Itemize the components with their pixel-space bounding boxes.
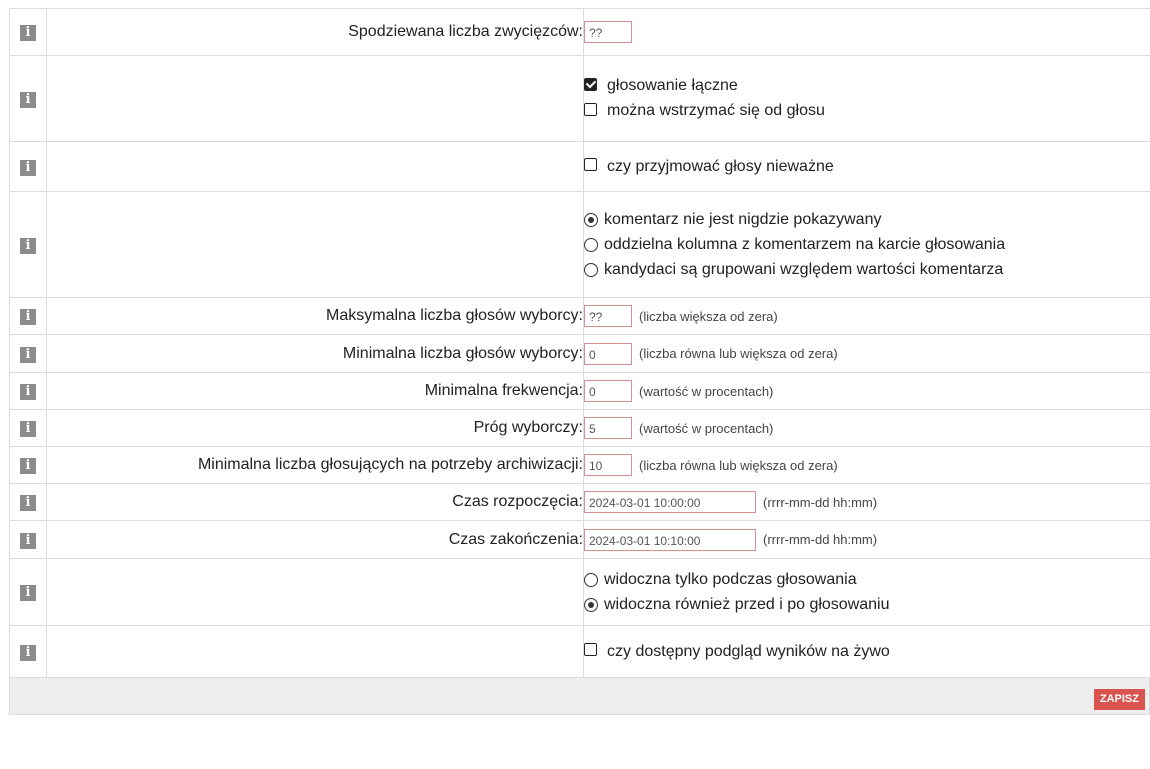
row-max-votes: i Maksymalna liczba głosów wyborcy: ?? (l… <box>9 297 1150 335</box>
threshold-input[interactable]: 5 <box>584 417 632 439</box>
row-invalid-votes: i czy przyjmować głosy nieważne <box>9 141 1150 192</box>
row-end-time: i Czas zakończenia: 2024-03-01 10:10:00 (… <box>9 520 1150 559</box>
info-icon[interactable]: i <box>20 91 36 108</box>
field-label: Minimalna liczba głosów wyborcy: <box>46 334 584 373</box>
row-start-time: i Czas rozpoczęcia: 2024-03-01 10:00:00 (… <box>9 483 1150 521</box>
option-label: oddzielna kolumna z komentarzem na karci… <box>604 235 1006 253</box>
info-icon[interactable]: i <box>20 495 36 511</box>
row-expected-winners: i Spodziewana liczba zwycięzców: ?? <box>9 8 1150 56</box>
expected-winners-input[interactable]: ?? <box>584 21 632 43</box>
option-label: czy dostępny podgląd wyników na żywo <box>607 642 890 660</box>
settings-form: i Spodziewana liczba zwycięzców: ?? i gł… <box>9 8 1150 715</box>
row-visibility: i widoczna tylko podczas głosowania wido… <box>9 558 1150 626</box>
row-min-archive: i Minimalna liczba głosujących na potrze… <box>9 446 1150 484</box>
option-label: widoczna tylko podczas głosowania <box>604 570 857 588</box>
field-label: Maksymalna liczba głosów wyborcy: <box>46 297 584 335</box>
cumulative-voting-checkbox[interactable] <box>584 77 597 91</box>
field-label: Minimalna liczba głosujących na potrzeby… <box>46 446 584 484</box>
invalid-votes-checkbox[interactable] <box>584 158 597 171</box>
comment-column-option[interactable]: oddzielna kolumna z komentarzem na karci… <box>584 232 1150 257</box>
field-label: Czas zakończenia: <box>46 520 584 559</box>
live-preview-option[interactable]: czy dostępny podgląd wyników na żywo <box>584 639 1150 664</box>
comment-grouping-option[interactable]: kandydaci są grupowani względem wartości… <box>584 257 1150 282</box>
min-archive-input[interactable]: 10 <box>584 454 632 476</box>
option-label: czy przyjmować głosy nieważne <box>607 157 834 175</box>
invalid-votes-option[interactable]: czy przyjmować głosy nieważne <box>584 154 1150 179</box>
field-label: Próg wyborczy: <box>46 409 584 447</box>
row-min-votes: i Minimalna liczba głosów wyborcy: 0 (lic… <box>9 334 1150 373</box>
option-label: widoczna również przed i po głosowaniu <box>604 595 890 613</box>
field-label: Czas rozpoczęcia: <box>46 483 584 521</box>
info-icon[interactable]: i <box>20 458 36 474</box>
max-votes-input[interactable]: ?? <box>584 305 632 327</box>
cumulative-voting-option[interactable]: głosowanie łączne <box>584 74 1150 99</box>
field-hint: (liczba równa lub większa od zera) <box>639 346 838 361</box>
live-preview-checkbox[interactable] <box>584 643 597 656</box>
row-live-preview: i czy dostępny podgląd wyników na żywo <box>9 625 1150 678</box>
row-threshold: i Próg wyborczy: 5 (wartość w procentach) <box>9 409 1150 447</box>
info-icon[interactable]: i <box>20 25 36 41</box>
info-icon[interactable]: i <box>20 346 36 363</box>
option-label: kandydaci są grupowani względem wartości… <box>604 260 1004 278</box>
min-votes-input[interactable]: 0 <box>584 342 632 365</box>
info-icon[interactable]: i <box>20 532 36 549</box>
comment-hidden-radio[interactable] <box>584 212 598 227</box>
field-hint: (liczba większa od zera) <box>639 308 778 324</box>
info-icon[interactable]: i <box>20 421 36 437</box>
visible-during-option[interactable]: widoczna tylko podczas głosowania <box>584 567 1150 592</box>
comment-grouping-radio[interactable] <box>584 262 598 277</box>
comment-column-radio[interactable] <box>584 237 598 252</box>
visible-during-radio[interactable] <box>584 572 598 587</box>
field-label: Minimalna frekwencja: <box>46 372 584 410</box>
field-hint: (rrrr-mm-dd hh:mm) <box>763 494 878 510</box>
settings-table: i Spodziewana liczba zwycięzców: ?? i gł… <box>9 8 1150 678</box>
comment-hidden-option[interactable]: komentarz nie jest nigdzie pokazywany <box>584 207 1150 232</box>
visible-always-option[interactable]: widoczna również przed i po głosowaniu <box>584 592 1150 617</box>
end-time-input[interactable]: 2024-03-01 10:10:00 <box>584 528 756 551</box>
info-icon[interactable]: i <box>20 644 36 661</box>
field-hint: (wartość w procentach) <box>639 383 774 399</box>
option-label: można wstrzymać się od głosu <box>607 102 825 119</box>
abstain-checkbox[interactable] <box>584 102 597 116</box>
field-label: Spodziewana liczba zwycięzców: <box>46 8 584 56</box>
info-icon[interactable]: i <box>20 309 36 325</box>
field-hint: (liczba równa lub większa od zera) <box>639 457 838 473</box>
start-time-input[interactable]: 2024-03-01 10:00:00 <box>584 491 756 513</box>
min-turnout-input[interactable]: 0 <box>584 380 632 402</box>
row-voting-options: i głosowanie łączne można wstrzymać się … <box>9 55 1150 142</box>
save-button[interactable]: ZAPISZ <box>1093 689 1145 710</box>
form-footer: ZAPISZ <box>9 678 1150 715</box>
info-icon[interactable]: i <box>20 237 36 254</box>
row-comment-mode: i komentarz nie jest nigdzie pokazywany … <box>9 191 1150 298</box>
abstain-option[interactable]: można wstrzymać się od głosu <box>584 99 1150 124</box>
option-label: komentarz nie jest nigdzie pokazywany <box>604 210 882 228</box>
field-hint: (rrrr-mm-dd hh:mm) <box>763 532 878 547</box>
info-icon[interactable]: i <box>20 159 36 176</box>
info-icon[interactable]: i <box>20 384 36 400</box>
row-min-turnout: i Minimalna frekwencja: 0 (wartość w proc… <box>9 372 1150 410</box>
info-icon[interactable]: i <box>20 585 36 601</box>
option-label: głosowanie łączne <box>607 77 738 94</box>
field-hint: (wartość w procentach) <box>639 420 774 436</box>
visible-always-radio[interactable] <box>584 597 598 612</box>
